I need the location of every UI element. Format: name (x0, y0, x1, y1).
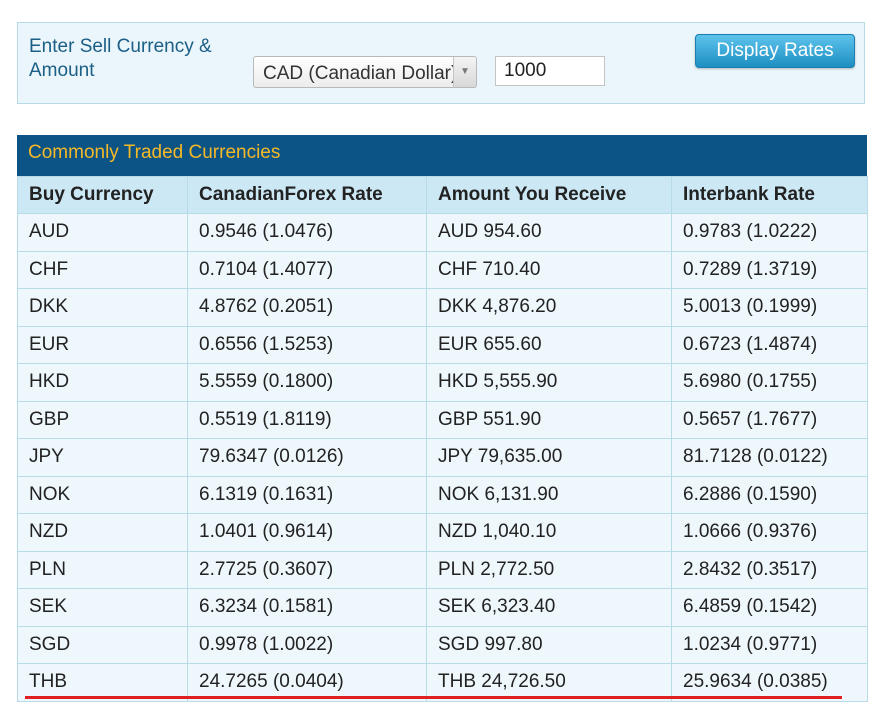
interbank-rate-cell: 1.0666 (0.9376) (671, 513, 868, 552)
canadianforex-rate-cell: 0.9978 (1.0022) (187, 625, 427, 664)
sell-currency-selected-value: CAD (Canadian Dollar) (263, 63, 455, 84)
table-row: EUR 0.6556 (1.5253) EUR 655.60 0.6723 (1… (17, 325, 868, 364)
buy-currency-cell: CHF (17, 250, 188, 289)
interbank-rate-cell: 6.4859 (0.1542) (671, 588, 868, 627)
column-header-canadianforex-rate: CanadianForex Rate (187, 176, 427, 214)
rates-table: Buy Currency CanadianForex Rate Amount Y… (17, 176, 868, 702)
table-row: AUD 0.9546 (1.0476) AUD 954.60 0.9783 (1… (17, 213, 868, 252)
table-row: CHF 0.7104 (1.4077) CHF 710.40 0.7289 (1… (17, 250, 868, 289)
interbank-rate-cell: 81.7128 (0.0122) (671, 438, 868, 477)
buy-currency-cell: GBP (17, 400, 188, 439)
table-row: NZD 1.0401 (0.9614) NZD 1,040.10 1.0666 … (17, 513, 868, 552)
column-header-buy-currency: Buy Currency (17, 176, 188, 214)
canadianforex-rate-cell: 0.7104 (1.4077) (187, 250, 427, 289)
buy-currency-cell: DKK (17, 288, 188, 327)
canadianforex-rate-cell: 0.5519 (1.8119) (187, 400, 427, 439)
canadianforex-rate-cell: 2.7725 (0.3607) (187, 550, 427, 589)
interbank-rate-cell: 1.0234 (0.9771) (671, 625, 868, 664)
interbank-rate-cell: 0.5657 (1.7677) (671, 400, 868, 439)
canadianforex-rate-cell: 4.8762 (0.2051) (187, 288, 427, 327)
interbank-rate-cell: 0.9783 (1.0222) (671, 213, 868, 252)
canadianforex-rate-cell: 79.6347 (0.0126) (187, 438, 427, 477)
interbank-rate-cell: 0.6723 (1.4874) (671, 325, 868, 364)
canadianforex-rate-cell: 1.0401 (0.9614) (187, 513, 427, 552)
table-row: GBP 0.5519 (1.8119) GBP 551.90 0.5657 (1… (17, 400, 868, 439)
amount-you-receive-cell: NZD 1,040.10 (426, 513, 672, 552)
amount-you-receive-cell: AUD 954.60 (426, 213, 672, 252)
amount-you-receive-cell: PLN 2,772.50 (426, 550, 672, 589)
table-row: SGD 0.9978 (1.0022) SGD 997.80 1.0234 (0… (17, 625, 868, 664)
highlight-underline (25, 696, 842, 699)
amount-you-receive-cell: NOK 6,131.90 (426, 475, 672, 514)
buy-currency-cell: HKD (17, 363, 188, 402)
buy-currency-cell: AUD (17, 213, 188, 252)
canadianforex-rate-cell: 6.1319 (0.1631) (187, 475, 427, 514)
display-rates-button[interactable]: Display Rates (695, 34, 855, 68)
table-row: PLN 2.7725 (0.3607) PLN 2,772.50 2.8432 … (17, 550, 868, 589)
buy-currency-cell: JPY (17, 438, 188, 477)
buy-currency-cell: NOK (17, 475, 188, 514)
amount-you-receive-cell: GBP 551.90 (426, 400, 672, 439)
column-header-amount-you-receive: Amount You Receive (426, 176, 672, 214)
amount-you-receive-cell: CHF 710.40 (426, 250, 672, 289)
table-row: DKK 4.8762 (0.2051) DKK 4,876.20 5.0013 … (17, 288, 868, 327)
column-header-interbank-rate: Interbank Rate (671, 176, 868, 214)
interbank-rate-cell: 5.0013 (0.1999) (671, 288, 868, 327)
table-title-bar: Commonly Traded Currencies (17, 135, 867, 176)
sell-amount-input[interactable] (495, 56, 605, 86)
canadianforex-rate-cell: 0.9546 (1.0476) (187, 213, 427, 252)
dropdown-arrow-icon[interactable]: ▼ (453, 57, 476, 87)
table-row: JPY 79.6347 (0.0126) JPY 79,635.00 81.71… (17, 438, 868, 477)
canadianforex-rate-cell: 6.3234 (0.1581) (187, 588, 427, 627)
sell-currency-form: Enter Sell Currency & Amount CAD (Canadi… (17, 22, 865, 104)
buy-currency-cell: NZD (17, 513, 188, 552)
amount-you-receive-cell: SEK 6,323.40 (426, 588, 672, 627)
buy-currency-cell: PLN (17, 550, 188, 589)
interbank-rate-cell: 6.2886 (0.1590) (671, 475, 868, 514)
interbank-rate-cell: 5.6980 (0.1755) (671, 363, 868, 402)
canadianforex-rate-cell: 0.6556 (1.5253) (187, 325, 427, 364)
amount-you-receive-cell: EUR 655.60 (426, 325, 672, 364)
amount-you-receive-cell: DKK 4,876.20 (426, 288, 672, 327)
table-row: HKD 5.5559 (0.1800) HKD 5,555.90 5.6980 … (17, 363, 868, 402)
interbank-rate-cell: 2.8432 (0.3517) (671, 550, 868, 589)
amount-you-receive-cell: HKD 5,555.90 (426, 363, 672, 402)
table-row: NOK 6.1319 (0.1631) NOK 6,131.90 6.2886 … (17, 475, 868, 514)
buy-currency-cell: SGD (17, 625, 188, 664)
canadianforex-rate-cell: 5.5559 (0.1800) (187, 363, 427, 402)
amount-you-receive-cell: SGD 997.80 (426, 625, 672, 664)
interbank-rate-cell: 0.7289 (1.3719) (671, 250, 868, 289)
sell-currency-label: Enter Sell Currency & Amount (29, 36, 212, 81)
sell-currency-select[interactable]: CAD (Canadian Dollar) ▼ (253, 56, 477, 88)
amount-you-receive-cell: JPY 79,635.00 (426, 438, 672, 477)
buy-currency-cell: EUR (17, 325, 188, 364)
table-header-row: Buy Currency CanadianForex Rate Amount Y… (17, 176, 868, 214)
table-row: SEK 6.3234 (0.1581) SEK 6,323.40 6.4859 … (17, 588, 868, 627)
buy-currency-cell: SEK (17, 588, 188, 627)
